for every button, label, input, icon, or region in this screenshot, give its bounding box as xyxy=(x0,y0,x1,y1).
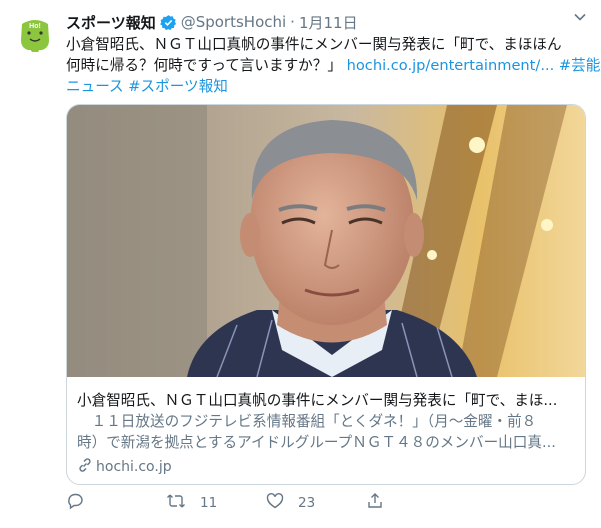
account-name[interactable]: スポーツ報知 xyxy=(66,12,156,33)
card-domain: hochi.co.jp xyxy=(77,457,172,477)
card-description: １１日放送のフジテレビ系情報番組「とくダネ！」（月～金曜・前８ 時）で新潟を拠点… xyxy=(77,411,577,453)
verified-badge-icon xyxy=(159,14,177,31)
tweet-text-line-2: 何時に帰る？何時ですって言いますか？」 hochi.co.jp/entertai… xyxy=(66,55,600,76)
link-card[interactable]: 小倉智昭氏、ＮＧＴ山口真帆の事件にメンバー関与発表に「町で、まほ... １１日放… xyxy=(66,104,586,485)
reply-icon xyxy=(66,492,98,514)
card-image xyxy=(67,105,585,377)
retweet-button[interactable]: 11 xyxy=(166,492,217,514)
retweet-icon xyxy=(166,492,200,514)
avatar[interactable]: Ho! xyxy=(12,10,58,56)
like-icon xyxy=(266,492,298,514)
chevron-down-icon[interactable] xyxy=(573,9,587,23)
avatar-logo-text: Ho! xyxy=(29,23,41,30)
reply-button[interactable] xyxy=(66,492,98,514)
card-description-line-2: 時）で新潟を拠点とするアイドルグループＮＧＴ４８のメンバー山口真... xyxy=(77,434,556,451)
separator-dot: · xyxy=(290,13,295,31)
article-link[interactable]: hochi.co.jp/entertainment/... xyxy=(347,57,555,74)
card-title[interactable]: 小倉智昭氏、ＮＧＴ山口真帆の事件にメンバー関与発表に「町で、まほ... xyxy=(77,389,577,410)
tweet-header: スポーツ報知 @SportsHochi · 1月11日 xyxy=(66,11,589,33)
tweet-date[interactable]: 1月11日 xyxy=(299,12,358,33)
tweet-text-quote: 何時に帰る？何時ですって言いますか？」 xyxy=(66,57,342,74)
hashtag-geino-start[interactable]: #芸能 xyxy=(559,57,600,74)
account-handle[interactable]: @SportsHochi xyxy=(181,13,286,31)
card-domain-text: hochi.co.jp xyxy=(96,459,172,475)
card-description-line-1: １１日放送のフジテレビ系情報番組「とくダネ！」（月～金曜・前８ xyxy=(77,413,537,430)
tweet-text-line-1: 小倉智昭氏、ＮＧＴ山口真帆の事件にメンバー関与発表に「町で、まほほん xyxy=(66,36,562,53)
link-icon xyxy=(77,457,96,477)
share-icon xyxy=(366,492,398,514)
hashtags-line[interactable]: ニュース #スポーツ報知 xyxy=(66,76,596,97)
share-button[interactable] xyxy=(366,492,398,514)
retweet-count: 11 xyxy=(200,495,218,511)
like-count: 23 xyxy=(298,495,316,511)
tweet-text: 小倉智昭氏、ＮＧＴ山口真帆の事件にメンバー関与発表に「町で、まほほん 何時に帰る… xyxy=(66,34,600,97)
like-button[interactable]: 23 xyxy=(266,492,315,514)
